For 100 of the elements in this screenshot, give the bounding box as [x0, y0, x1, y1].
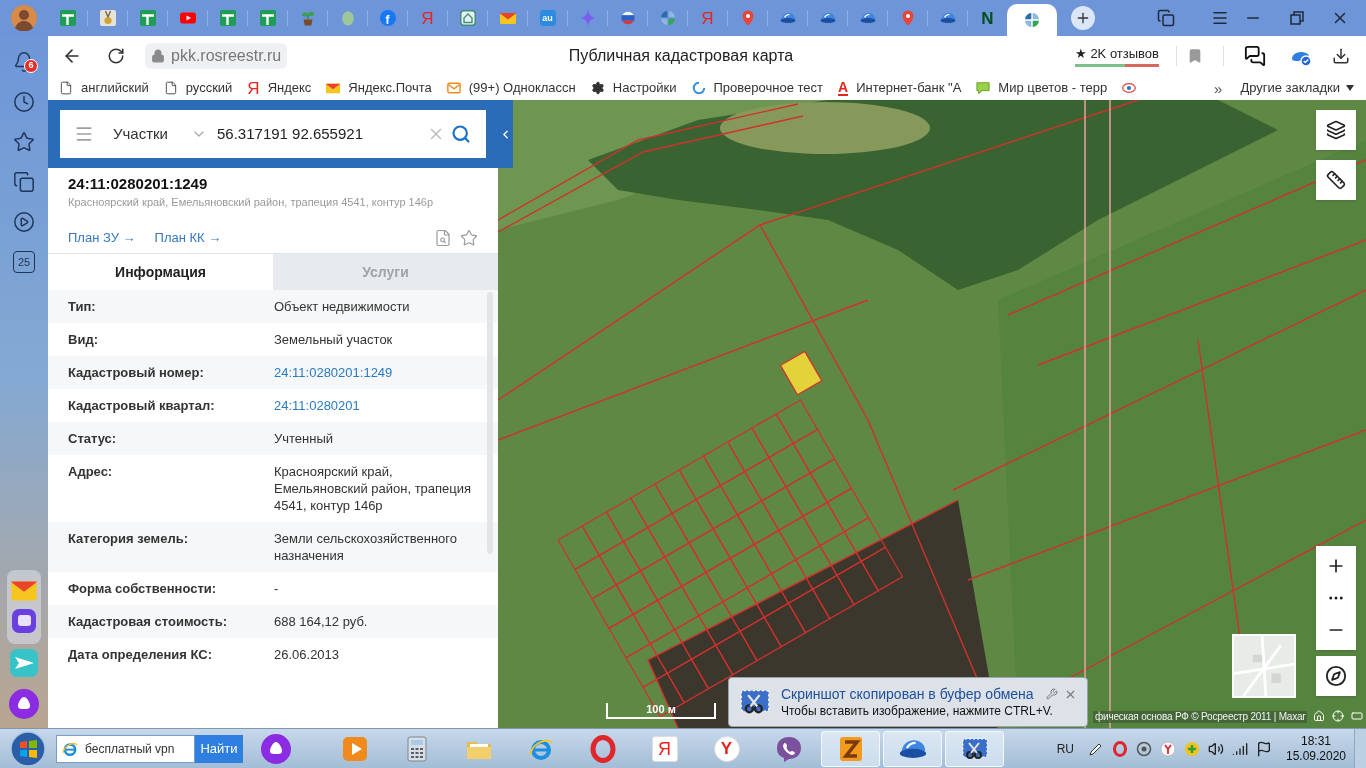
download-icon[interactable]	[1332, 47, 1350, 65]
map-attribution: фическая основа РФ © Росреестр 2011 | Maxar	[1093, 711, 1308, 723]
taskbar-app-button[interactable]	[945, 730, 1004, 767]
category-dropdown[interactable]: Участки	[113, 122, 207, 146]
wrench-icon[interactable]	[1046, 688, 1058, 700]
browser-tab[interactable]	[1007, 4, 1057, 36]
target-icon[interactable]	[1136, 740, 1152, 757]
chat-bubbles-icon[interactable]	[1244, 45, 1266, 67]
menu-icon[interactable]	[1211, 9, 1229, 27]
document-search-icon[interactable]	[434, 229, 452, 247]
bookmark-link[interactable]: Яндекс.Почта	[326, 78, 432, 98]
ring-icon	[691, 81, 706, 95]
bookmark-link[interactable]: A Интернет-банк "А	[838, 78, 962, 98]
flag-icon[interactable]	[1256, 740, 1272, 757]
field-label: Вид:	[67, 331, 99, 348]
url-field[interactable]: pkk.rosreestr.ru	[145, 43, 288, 69]
field-value: 26.06.2013	[274, 646, 341, 663]
tray-clock[interactable]: 18:31 15.09.2020	[1284, 733, 1348, 764]
clock-icon[interactable]	[13, 91, 35, 113]
field-label: Кадастровый номер:	[67, 364, 205, 381]
compass-icon	[1325, 665, 1347, 687]
egg-icon	[339, 10, 356, 26]
home-icon[interactable]	[1313, 710, 1325, 722]
plan-link[interactable]: План ЗУ →	[68, 228, 136, 248]
taskbar-app-button[interactable]	[883, 730, 942, 767]
house-tile-icon	[459, 10, 476, 26]
field-label: Статус:	[67, 430, 118, 447]
value-link[interactable]: 24:11:0280201:1249	[274, 364, 393, 381]
collections-icon[interactable]	[13, 171, 35, 193]
plus-badge-icon[interactable]	[1184, 740, 1200, 757]
paper-plane-icon[interactable]	[10, 649, 38, 677]
field-value: Объект недвижимости	[274, 298, 411, 315]
ring-logo-icon[interactable]	[1112, 740, 1128, 757]
play-circle-icon[interactable]	[13, 211, 35, 233]
parcel-address: Красноярский край, Емельяновский район, трапеция 4541, контур 146р	[68, 195, 435, 210]
speaker-icon[interactable]	[1208, 740, 1224, 757]
star-icon[interactable]	[460, 229, 478, 247]
scrollbar-thumb[interactable]	[487, 292, 493, 554]
start-button[interactable]	[8, 728, 48, 768]
assistant-orb-icon[interactable]	[9, 689, 39, 719]
cross-tile-icon	[59, 10, 76, 26]
envelope-icon[interactable]	[11, 580, 37, 602]
bookmark-link[interactable]: русский	[163, 78, 233, 98]
star-icon[interactable]	[13, 131, 35, 153]
field-label: Адрес:	[67, 463, 114, 481]
map-scale: 100 м	[606, 703, 716, 719]
search-button[interactable]: Найти	[195, 734, 243, 763]
bookmark-link[interactable]: (99+) Одноклассн	[446, 78, 576, 98]
bookmark-icon[interactable]	[1187, 48, 1203, 64]
taskbar-app-button[interactable]	[821, 730, 880, 767]
bookmark-link[interactable]: Я Яндекс	[247, 78, 312, 98]
more-bookmarks-button[interactable]: »	[1214, 80, 1223, 96]
assistant-orb-icon[interactable]	[261, 733, 291, 764]
layers-button[interactable]	[1316, 110, 1356, 150]
ring-logo-icon	[588, 734, 617, 763]
browser-tab[interactable]: f	[368, 0, 407, 36]
search-field[interactable]: бесплатный vpn	[56, 734, 195, 763]
language-indicator[interactable]: RU	[1056, 739, 1074, 758]
lock-icon	[151, 49, 165, 63]
field-label: Кадастровый квартал:	[67, 397, 216, 414]
tabs-overview-icon[interactable]	[1157, 9, 1175, 27]
field-value: -	[274, 580, 280, 597]
bookmark-link[interactable]: Мир цветов - терр	[976, 78, 1108, 98]
ruler-button[interactable]	[1316, 160, 1356, 200]
bookmark-link[interactable]: Настройки	[590, 78, 677, 98]
plan-link[interactable]: План КК →	[154, 228, 222, 248]
search-input[interactable]: 56.317191 92.655921	[217, 122, 427, 146]
taskbar-app-button[interactable]: Я	[635, 730, 694, 767]
sparkle-icon	[579, 10, 596, 26]
network-icon[interactable]	[1232, 740, 1248, 757]
field-label: Тип:	[67, 298, 97, 315]
bookmark-link[interactable]: английский	[59, 78, 149, 98]
profile-avatar-icon[interactable]	[11, 5, 37, 31]
crosshair-icon[interactable]	[1332, 710, 1344, 722]
new-tab-button[interactable]	[1071, 6, 1095, 30]
calendar-button[interactable]: 25	[13, 251, 35, 273]
chat-tile-icon[interactable]	[11, 608, 37, 634]
file-icon	[59, 81, 73, 95]
round-logo-icon[interactable]	[1160, 740, 1176, 757]
play-tile-icon	[340, 734, 369, 763]
field-value: Красноярский край, Емельяновский район, трапеция 4541, контур 146р	[274, 463, 473, 514]
bookmark-link[interactable]: Проверочное тест	[691, 78, 823, 98]
cross-tile-icon	[219, 10, 236, 26]
reload-icon[interactable]	[107, 47, 125, 65]
compass-button[interactable]	[1316, 656, 1356, 696]
taskbar-app-button[interactable]: Y	[697, 730, 756, 767]
bookmark-link[interactable]	[1122, 81, 1137, 95]
browser-tab[interactable]: au	[528, 0, 567, 36]
search-icon[interactable]	[451, 124, 471, 144]
other-bookmarks-button[interactable]: Другие закладки	[1240, 78, 1354, 98]
menu-icon[interactable]	[74, 124, 94, 144]
field-label: Форма собственности:	[67, 580, 218, 597]
reviews-button[interactable]: ★ 2K отзывов	[1074, 45, 1159, 67]
value-link[interactable]: 24:11:0280201	[274, 397, 360, 414]
quadrant-logo-icon	[659, 10, 676, 26]
page-title: Публичная кадастровая карта	[567, 46, 795, 66]
show-desktop-button[interactable]	[1354, 728, 1366, 768]
restore-icon[interactable]	[1288, 9, 1306, 27]
rectangle-icon[interactable]	[1351, 710, 1363, 722]
field-value: Земли сельскохозяйственного назначения	[274, 530, 458, 564]
